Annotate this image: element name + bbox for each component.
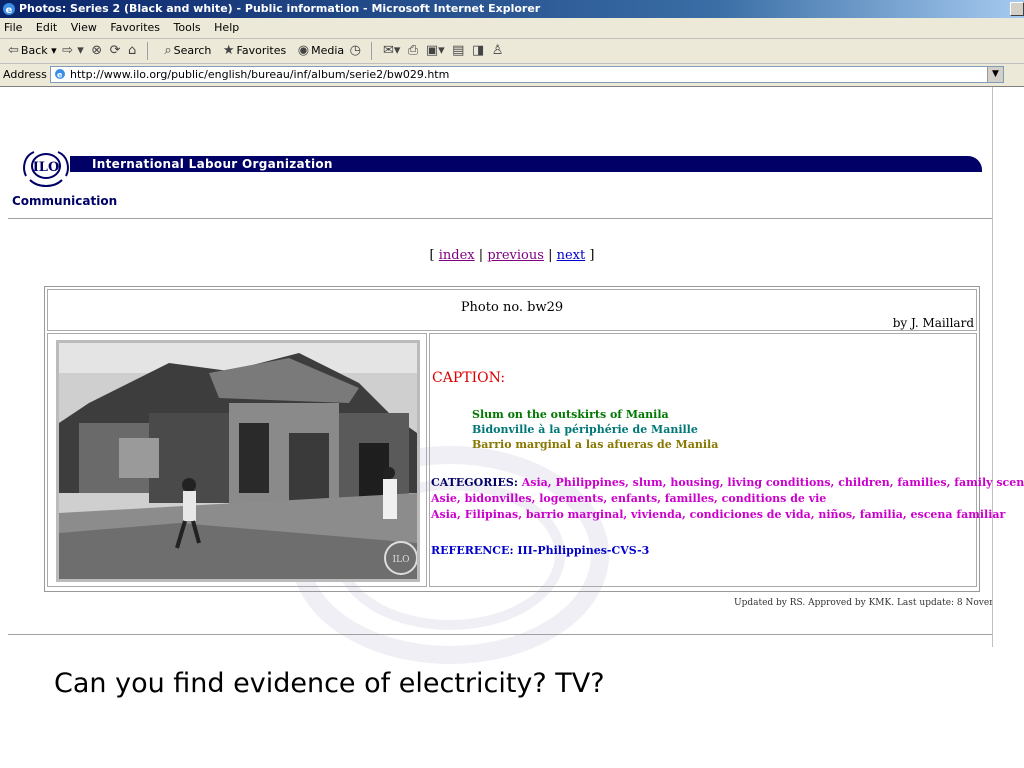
caption-spanish: Barrio marginal a las afueras de Manila: [472, 438, 719, 451]
mail-button[interactable]: ✉▾: [383, 39, 400, 63]
address-label: Address: [3, 68, 47, 81]
previous-link[interactable]: previous: [487, 248, 544, 263]
edit-button[interactable]: ▣▾: [426, 39, 445, 63]
photo-number: Photo no. bw29: [460, 300, 564, 315]
print-icon: ⎙: [407, 43, 419, 58]
svg-text:e: e: [6, 5, 13, 16]
slum-photo: ILO: [56, 340, 420, 582]
next-link[interactable]: next: [557, 248, 586, 263]
address-input[interactable]: e http://www.ilo.org/public/english/burea…: [50, 66, 1004, 83]
toolbar-separator: [146, 42, 148, 60]
address-bar: Address e http://www.ilo.org/public/engli…: [0, 64, 1024, 87]
home-icon: ⌂: [128, 43, 137, 58]
history-button[interactable]: ◷: [350, 39, 361, 63]
home-button[interactable]: ⌂: [128, 39, 136, 63]
categories-label: CATEGORIES:: [431, 476, 518, 489]
internet-explorer-icon: e: [3, 3, 15, 16]
media-button[interactable]: ◉ Media: [296, 39, 344, 63]
mail-icon: ✉: [382, 43, 394, 58]
media-icon: ◉: [297, 43, 310, 58]
menu-tools[interactable]: Tools: [174, 21, 201, 34]
menu-help[interactable]: Help: [214, 21, 239, 34]
print-button[interactable]: ⎙: [408, 39, 418, 63]
refresh-icon: ⟳: [109, 43, 121, 58]
refresh-button[interactable]: ⟳: [110, 39, 121, 63]
address-dropdown-button[interactable]: ▼: [987, 67, 1003, 82]
svg-text:ILO: ILO: [393, 555, 410, 565]
categories-english: CATEGORIES: Asia, Philippines, slum, hou…: [431, 476, 1024, 489]
forward-arrow-icon: ⇨: [62, 43, 74, 58]
svg-text:e: e: [57, 71, 63, 80]
update-note: Updated by RS. Approved by KMK. Last upd…: [734, 598, 992, 608]
ilo-logo: ILO: [23, 151, 69, 187]
standard-toolbar: ⇦ Back ▾ ⇨ ▾ ⊗ ⟳ ⌂ ⌕ Search ★ Favorites ◉ Me…: [0, 39, 1024, 64]
categories-spanish: Asia, Filipinas, barrio marginal, vivien…: [431, 508, 1006, 521]
caption-english: Slum on the outskirts of Manila: [472, 408, 669, 421]
header-divider: [8, 218, 992, 219]
photo-cell: ILO: [47, 333, 427, 587]
photo-navigation: [ index | previous | next ]: [429, 248, 595, 263]
window-title: Photos: Series 2 (Black and white) - Pub…: [19, 2, 541, 15]
forward-button[interactable]: ⇨ ▾: [62, 39, 84, 63]
discuss-button[interactable]: ▤: [452, 39, 464, 63]
menu-favorites[interactable]: Favorites: [110, 21, 160, 34]
photo-image: ILO: [59, 343, 417, 579]
edit-icon: ▣: [425, 43, 439, 58]
star-icon: ★: [222, 43, 235, 58]
messenger-button[interactable]: ♙: [492, 39, 504, 63]
menu-edit[interactable]: Edit: [36, 21, 57, 34]
window-title-bar: e Photos: Series 2 (Black and white) - P…: [0, 0, 1024, 18]
ilo-header-band: International Labour Organization: [70, 156, 982, 172]
page-icon: e: [55, 69, 65, 80]
photo-reference: REFERENCE: III-Philippines-CVS-3: [431, 544, 650, 557]
photographer-credit: by J. Maillard: [892, 316, 974, 330]
index-link[interactable]: index: [439, 248, 475, 263]
svg-text:ILO: ILO: [33, 160, 60, 175]
menu-bar: File Edit View Favorites Tools Help: [0, 18, 1024, 39]
categories-french: Asie, bidonvilles, logements, enfants, f…: [431, 492, 827, 505]
slide-question: Can you find evidence of electricity? TV…: [54, 668, 605, 699]
photo-table: Photo no. bw29 by J. Maillard ILO CAPTIO…: [44, 286, 1024, 592]
photo-header-cell: Photo no. bw29 by J. Maillard: [47, 289, 977, 331]
discuss-icon: ▤: [452, 43, 465, 58]
search-icon: ⌕: [164, 43, 172, 58]
footer-divider: [8, 634, 992, 635]
caption-cell: CAPTION: Slum on the outskirts of Manila…: [429, 333, 1024, 587]
messenger-icon: ♙: [491, 43, 504, 58]
section-title: Communication: [12, 194, 118, 208]
history-icon: ◷: [349, 43, 361, 58]
address-url: http://www.ilo.org/public/english/bureau…: [70, 68, 450, 81]
stop-icon: ⊗: [91, 43, 103, 58]
back-arrow-icon: ⇦: [8, 43, 19, 58]
window-control-button[interactable]: [1010, 2, 1024, 16]
search-button[interactable]: ⌕ Search: [162, 39, 211, 63]
menu-view[interactable]: View: [71, 21, 97, 34]
menu-file[interactable]: File: [4, 21, 22, 34]
org-name: International Labour Organization: [92, 157, 333, 171]
back-button[interactable]: ⇦ Back ▾: [6, 39, 57, 63]
research-icon: ◨: [471, 43, 485, 58]
research-button[interactable]: ◨: [472, 39, 484, 63]
caption-french: Bidonville à la périphérie de Manille: [472, 423, 698, 436]
stop-button[interactable]: ⊗: [91, 39, 102, 63]
caption-heading: CAPTION:: [432, 370, 506, 386]
toolbar-separator: [371, 42, 373, 60]
favorites-button[interactable]: ★ Favorites: [221, 39, 286, 63]
